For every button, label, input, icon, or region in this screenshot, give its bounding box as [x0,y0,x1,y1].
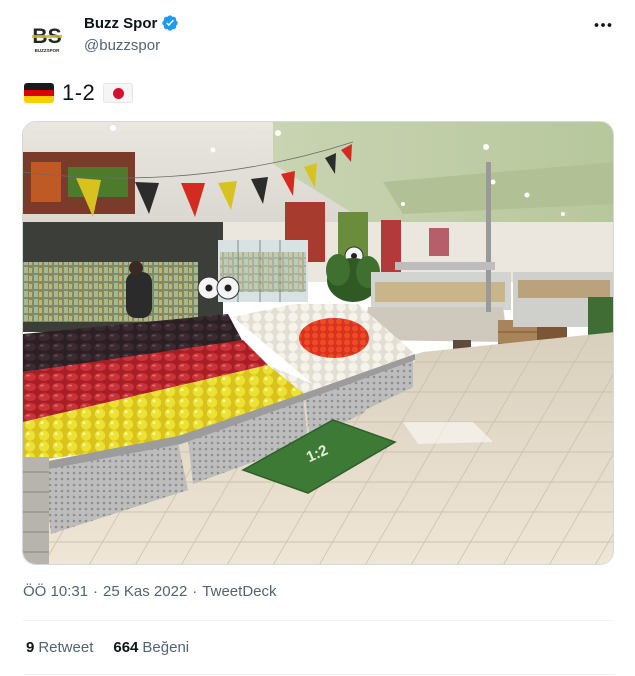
tweet-text: 1-2 [24,79,134,107]
tweet-stats: 9 Retweet 664 Beğeni [26,639,209,656]
tweet-timestamp-line: ÖÖ 10:31 · 25 Kas 2022 · TweetDeck [23,583,277,600]
user-handle[interactable]: @buzzspor [84,37,160,54]
supermarket-photo: 1:2 [23,122,613,564]
retweets-stat[interactable]: 9 Retweet [26,639,93,656]
meta-separator: · [93,583,99,600]
japan-flag-icon [103,83,134,103]
more-options-button[interactable] [591,16,615,34]
display-name-row[interactable]: Buzz Spor [84,14,179,32]
likes-count: 664 [113,639,139,656]
germany-flag-icon [24,83,54,103]
divider [23,674,615,675]
divider [23,620,615,621]
avatar[interactable]: BS BUZZSPOR [23,14,71,62]
likes-label: Beğeni [142,639,190,656]
meta-separator: · [192,583,198,600]
retweets-count: 9 [26,639,35,656]
match-score: 1-2 [62,80,96,105]
likes-stat[interactable]: 664 Beğeni [113,639,189,656]
tweet: BS BUZZSPOR Buzz Spor @buzzspor 1-2 1:2 … [0,0,635,676]
avatar-logo: BS BUZZSPOR [23,14,71,62]
tweet-time[interactable]: ÖÖ 10:31 [23,583,88,600]
avatar-subtext: BUZZSPOR [35,48,61,53]
retweets-label: Retweet [38,639,94,656]
ellipsis-icon [594,23,612,27]
verified-badge-icon [162,15,179,31]
display-name[interactable]: Buzz Spor [84,15,157,32]
tweet-date[interactable]: 25 Kas 2022 [103,583,187,600]
tweet-photo[interactable]: 1:2 [22,121,614,565]
tweet-source-link[interactable]: TweetDeck [202,583,276,600]
